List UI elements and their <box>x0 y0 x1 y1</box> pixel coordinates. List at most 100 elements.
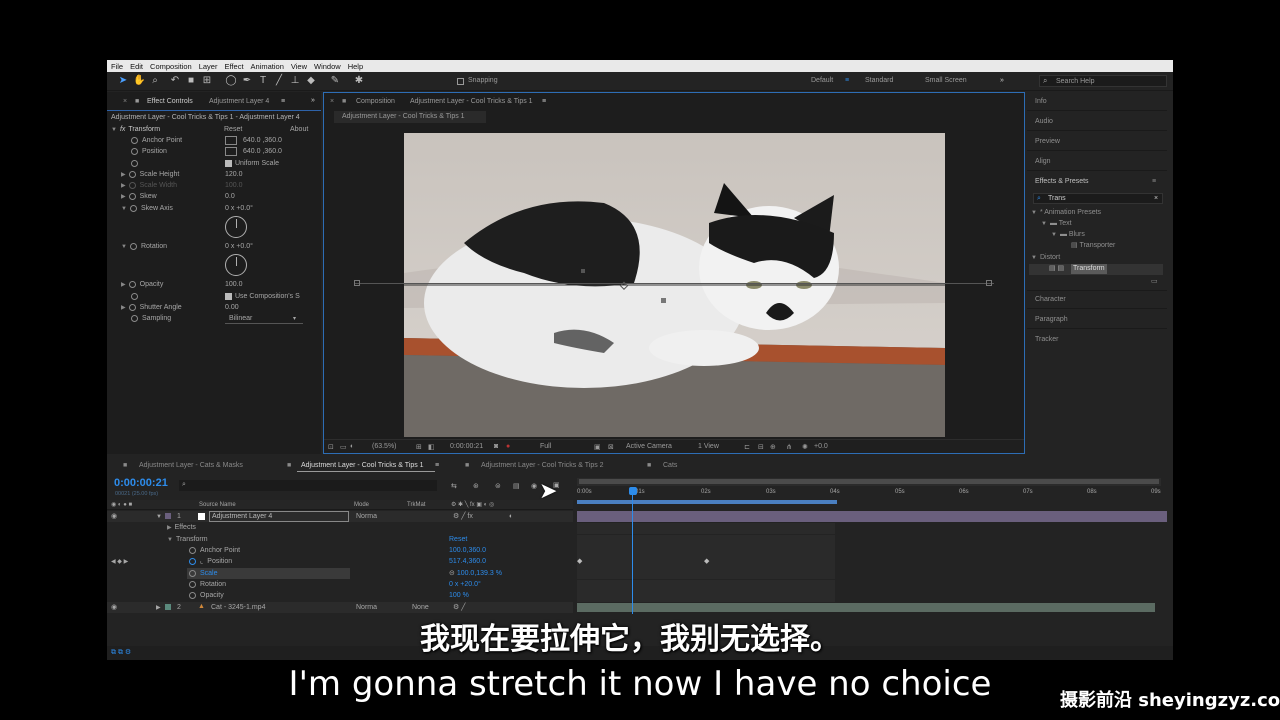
shutter-angle-value[interactable]: 0.00 <box>225 303 239 313</box>
menu-view[interactable]: View <box>291 62 307 71</box>
crosshair-icon[interactable] <box>225 136 237 145</box>
panel-menu-icon[interactable]: ≡ <box>1152 178 1156 185</box>
toggle-icon[interactable]: ⊏ <box>744 443 750 451</box>
resolution-dropdown[interactable]: Full <box>540 443 551 450</box>
use-comp-shutter-checkbox[interactable]: Use Composition's S <box>225 292 300 302</box>
scale-height-value[interactable]: 120.0 <box>225 170 243 180</box>
guide-handle-left[interactable] <box>354 280 360 286</box>
timeline-tab-cats[interactable]: Cats <box>663 462 677 469</box>
tree-transporter[interactable]: ▤ Transporter <box>1071 241 1115 251</box>
layer-2-mode[interactable]: Norma <box>356 603 377 613</box>
timeline-tab-cool-tricks-2[interactable]: Adjustment Layer - Cool Tricks & Tips 2 <box>481 462 604 469</box>
prop-rotation-value[interactable]: 0 x +20.0° <box>449 580 481 590</box>
keyframe-icon[interactable]: ◆ <box>704 557 709 567</box>
camera-tool-icon[interactable]: ■ <box>185 75 197 87</box>
effects-presets-panel-tab[interactable]: Effects & Presets <box>1035 178 1089 185</box>
guide-handle-right[interactable] <box>986 280 992 286</box>
effect-controls-layer-name[interactable]: Adjustment Layer 4 <box>209 98 269 105</box>
menu-file[interactable]: File <box>111 62 123 71</box>
skew-axis-dial[interactable] <box>225 216 247 238</box>
magnification-icon[interactable]: ⊡ <box>328 443 334 451</box>
pen-tool-icon[interactable]: ✒ <box>241 75 253 87</box>
effect-transform-header[interactable]: ▼ fx Transform <box>111 125 160 135</box>
ellipse-tool-icon[interactable]: ◯ <box>225 75 237 87</box>
composition-tab-prefix[interactable]: Composition <box>356 98 395 105</box>
shy-icon[interactable]: ⊜ <box>495 482 501 492</box>
rotation-dial[interactable] <box>225 254 247 276</box>
viewer-timecode[interactable]: 0:00:00:21 <box>450 443 483 450</box>
prop-position-value[interactable]: 517.4,360.0 <box>449 557 486 567</box>
motion-blur-icon[interactable]: ◉ <box>531 482 537 492</box>
sampling-dropdown[interactable]: Bilinear ▾ <box>225 314 303 324</box>
view-layout-dropdown[interactable]: 1 View <box>698 443 719 450</box>
workspace-standard[interactable]: Standard <box>865 77 893 84</box>
time-ruler[interactable]: 0:00s 01s 02s 03s 04s 05s 06s 07s 08s 09… <box>577 487 1167 499</box>
tracker-panel-tab[interactable]: Tracker <box>1035 336 1058 343</box>
prop-opacity[interactable]: Opacity <box>189 591 224 601</box>
timeline-tab-cats-masks[interactable]: Adjustment Layer - Cats & Masks <box>139 462 243 469</box>
expand-panels-icon[interactable]: » <box>311 97 315 104</box>
layer-1-mode[interactable]: Norma <box>356 512 377 522</box>
tree-transform-selected[interactable]: ▤ ▤ Transform <box>1029 264 1163 275</box>
panel-menu-icon[interactable]: ≡ <box>281 98 285 105</box>
new-preset-icon[interactable]: ▭ <box>1151 277 1158 287</box>
prop-position[interactable]: ⌞ Position <box>189 557 232 567</box>
render-range-bar[interactable] <box>577 500 837 504</box>
effect-controls-tab-label[interactable]: Effect Controls <box>147 98 193 105</box>
opacity-value[interactable]: 100.0 <box>225 280 243 290</box>
workspace-menu-icon[interactable]: ≡ <box>845 77 849 84</box>
snapping-checkbox[interactable] <box>457 78 464 85</box>
skew-axis-value[interactable]: 0 x +0.0° <box>225 204 253 214</box>
layer-1-name-field[interactable]: Adjustment Layer 4 <box>209 511 349 522</box>
menu-window[interactable]: Window <box>314 62 341 71</box>
composition-canvas[interactable] <box>404 133 945 437</box>
menu-animation[interactable]: Animation <box>251 62 284 71</box>
panel-menu-icon[interactable]: ≡ <box>542 98 546 105</box>
preview-panel-tab[interactable]: Preview <box>1035 138 1060 145</box>
info-panel-tab[interactable]: Info <box>1035 98 1047 105</box>
text-tool-icon[interactable]: T <box>257 75 269 87</box>
lock-icon[interactable]: ■ <box>135 98 139 105</box>
tree-text-folder[interactable]: ▼ ▬ Text <box>1041 219 1072 229</box>
character-panel-tab[interactable]: Character <box>1035 296 1066 303</box>
effects-group[interactable]: ▶ Effects <box>167 523 196 533</box>
clone-stamp-tool-icon[interactable]: ⊥ <box>289 75 301 87</box>
effects-search-input[interactable]: ⌕ Trans × <box>1033 193 1163 204</box>
menu-effect[interactable]: Effect <box>224 62 243 71</box>
timeline-tab-menu-icon[interactable]: ≡ <box>435 462 439 469</box>
crosshair-icon[interactable] <box>225 147 237 156</box>
share-icon[interactable]: ⊕ <box>770 443 776 451</box>
hand-tool-icon[interactable]: ✋ <box>133 75 145 87</box>
prop-scale-value[interactable]: ⊝ 100.0,139.3 % <box>449 569 502 579</box>
eraser-tool-icon[interactable]: ◆ <box>305 75 317 87</box>
layer-2-name[interactable]: Cat - 3245-1.mp4 <box>211 603 265 613</box>
keyframe-icon[interactable]: ◆ <box>577 557 582 567</box>
timeline-timecode[interactable]: 0:00:00:21 <box>114 477 168 489</box>
rotate-tool-icon[interactable]: ↶ <box>169 75 181 87</box>
comp-subtab[interactable]: Adjustment Layer - Cool Tricks & Tips 1 <box>334 111 486 123</box>
transform-reset-link[interactable]: Reset <box>449 535 467 545</box>
layer-row-1[interactable]: ◉ ▼ 1 Adjustment Layer 4 Norma ⚙ ╱ fx ◐ <box>107 511 573 522</box>
tree-blurs-folder[interactable]: ▼ ▬ Blurs <box>1051 230 1085 240</box>
monitor-icon[interactable]: ▭ <box>340 443 347 451</box>
exposure-value[interactable]: +0.0 <box>814 443 828 450</box>
playhead-handle[interactable] <box>629 487 637 495</box>
flowchart-icon[interactable]: ⋔ <box>786 443 792 451</box>
comp-flow-icon[interactable]: ⇆ <box>451 482 457 492</box>
frame-blend-icon[interactable]: ▤ <box>513 482 520 492</box>
anchor-point-value[interactable]: 640.0 ,360.0 <box>243 136 282 146</box>
menu-layer[interactable]: Layer <box>199 62 218 71</box>
timeline-search-input[interactable]: ⌕ <box>179 480 437 491</box>
rotation-value[interactable]: 0 x +0.0° <box>225 242 253 252</box>
audio-panel-tab[interactable]: Audio <box>1035 118 1053 125</box>
pan-behind-tool-icon[interactable]: ⊞ <box>201 75 213 87</box>
close-tab-icon[interactable]: × <box>330 98 334 105</box>
camera-dropdown[interactable]: Active Camera <box>626 443 672 450</box>
position-value[interactable]: 640.0 ,360.0 <box>243 147 282 157</box>
layer-row-2[interactable]: ◉ ▶ 2 ▲ Cat - 3245-1.mp4 Norma None ⚙ ╱ <box>107 602 573 613</box>
lock-icon[interactable]: ■ <box>342 98 346 105</box>
layer-2-bar[interactable] <box>577 603 1155 612</box>
prop-rotation[interactable]: Rotation <box>189 580 226 590</box>
visibility-icon[interactable]: ◉ <box>111 512 117 522</box>
eye-icon[interactable]: ◐ <box>350 443 354 450</box>
